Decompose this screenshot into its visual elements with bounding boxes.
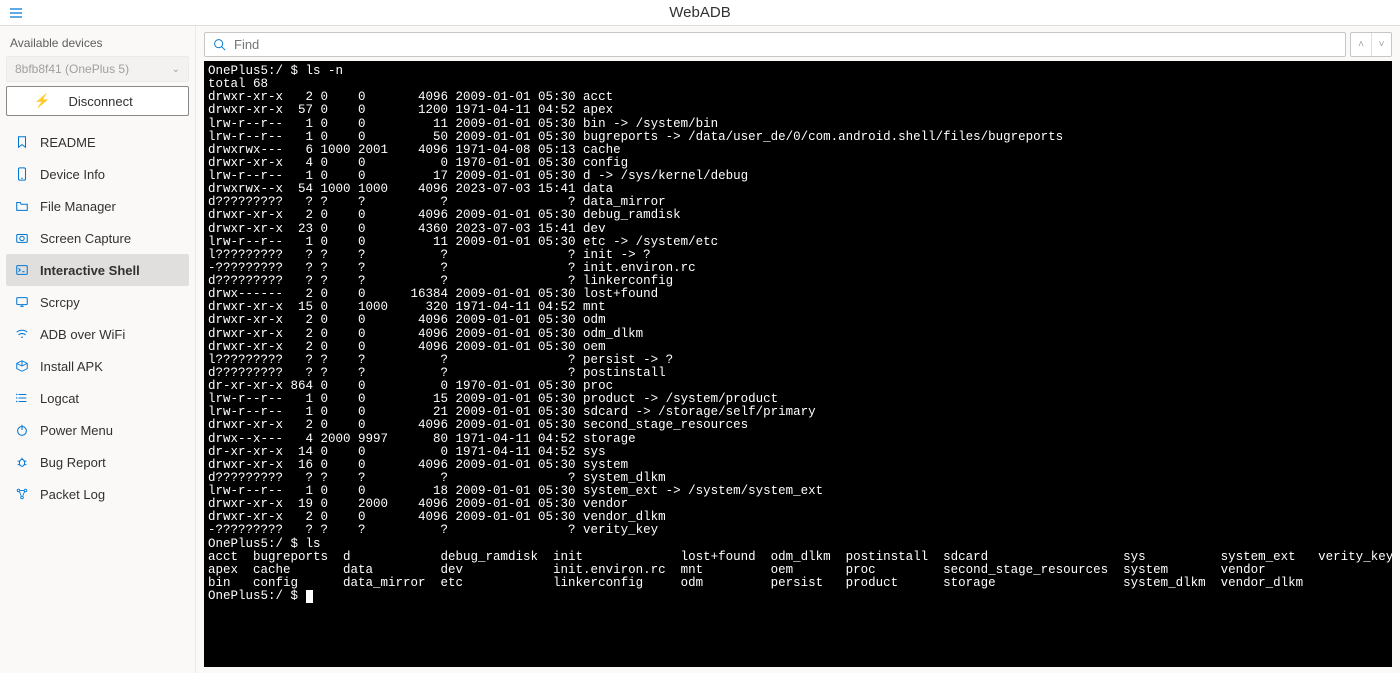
topbar: WebADB (0, 0, 1400, 26)
chevron-down-icon: ˅ (1379, 39, 1385, 50)
phone-icon (14, 166, 30, 182)
nav-item-label: Install APK (40, 359, 103, 374)
main-panel: ˄ ˅ OnePlus5:/ $ ls -n total 68 drwxr-xr… (196, 26, 1400, 673)
nav-item-install-apk[interactable]: Install APK (6, 350, 189, 382)
hamburger-icon (9, 6, 23, 20)
hamburger-menu-button[interactable] (0, 6, 32, 20)
nav-item-file-manager[interactable]: File Manager (6, 190, 189, 222)
nav-item-label: README (40, 135, 96, 150)
nav-item-scrcpy[interactable]: Scrcpy (6, 286, 189, 318)
nav-item-label: Bug Report (40, 455, 106, 470)
list-icon (14, 390, 30, 406)
nav-item-label: Scrcpy (40, 295, 80, 310)
find-input-container[interactable] (204, 32, 1346, 57)
disconnect-label: Disconnect (68, 94, 132, 109)
nav-item-label: Screen Capture (40, 231, 131, 246)
power-icon (14, 422, 30, 438)
find-prev-button[interactable]: ˄ (1351, 33, 1371, 56)
device-select[interactable]: 8bfb8f41 (OnePlus 5) ⌄ (6, 56, 189, 82)
nav-item-label: Packet Log (40, 487, 105, 502)
selected-device-text: 8bfb8f41 (OnePlus 5) (15, 62, 129, 76)
find-input[interactable] (234, 37, 1337, 52)
nav-item-adb-over-wifi[interactable]: ADB over WiFi (6, 318, 189, 350)
nav-item-bug-report[interactable]: Bug Report (6, 446, 189, 478)
bookmark-icon (14, 134, 30, 150)
camera-icon (14, 230, 30, 246)
terminal-icon (14, 262, 30, 278)
nav-item-device-info[interactable]: Device Info (6, 158, 189, 190)
bug-icon (14, 454, 30, 470)
search-icon (213, 38, 226, 51)
nav-item-label: Power Menu (40, 423, 113, 438)
nav-item-label: Interactive Shell (40, 263, 140, 278)
nav-item-power-menu[interactable]: Power Menu (6, 414, 189, 446)
folder-icon (14, 198, 30, 214)
terminal-output[interactable]: OnePlus5:/ $ ls -n total 68 drwxr-xr-x 2… (204, 61, 1392, 667)
sidebar: Available devices 8bfb8f41 (OnePlus 5) ⌄… (0, 26, 196, 673)
nav-item-screen-capture[interactable]: Screen Capture (6, 222, 189, 254)
app-title: WebADB (32, 4, 1368, 21)
nav-item-label: Device Info (40, 167, 105, 182)
chevron-up-icon: ˄ (1358, 39, 1364, 50)
plug-disconnected-icon: ⚡ (34, 93, 50, 109)
find-next-button[interactable]: ˅ (1371, 33, 1391, 56)
available-devices-label: Available devices (6, 32, 189, 52)
nav-list: README Device Info File Manager Screen Capt… (6, 126, 189, 510)
terminal-cursor (306, 590, 313, 603)
find-nav: ˄ ˅ (1350, 32, 1392, 57)
package-icon (14, 358, 30, 374)
nav-item-logcat[interactable]: Logcat (6, 382, 189, 414)
nav-item-readme[interactable]: README (6, 126, 189, 158)
nav-item-interactive-shell[interactable]: Interactive Shell (6, 254, 189, 286)
nav-item-label: File Manager (40, 199, 116, 214)
wifi-icon (14, 326, 30, 342)
network-icon (14, 486, 30, 502)
nav-item-packet-log[interactable]: Packet Log (6, 478, 189, 510)
nav-item-label: Logcat (40, 391, 79, 406)
nav-item-label: ADB over WiFi (40, 327, 125, 342)
chevron-down-icon: ⌄ (172, 64, 180, 75)
disconnect-button[interactable]: ⚡ Disconnect (6, 86, 189, 116)
find-bar: ˄ ˅ (204, 32, 1392, 57)
monitor-icon (14, 294, 30, 310)
